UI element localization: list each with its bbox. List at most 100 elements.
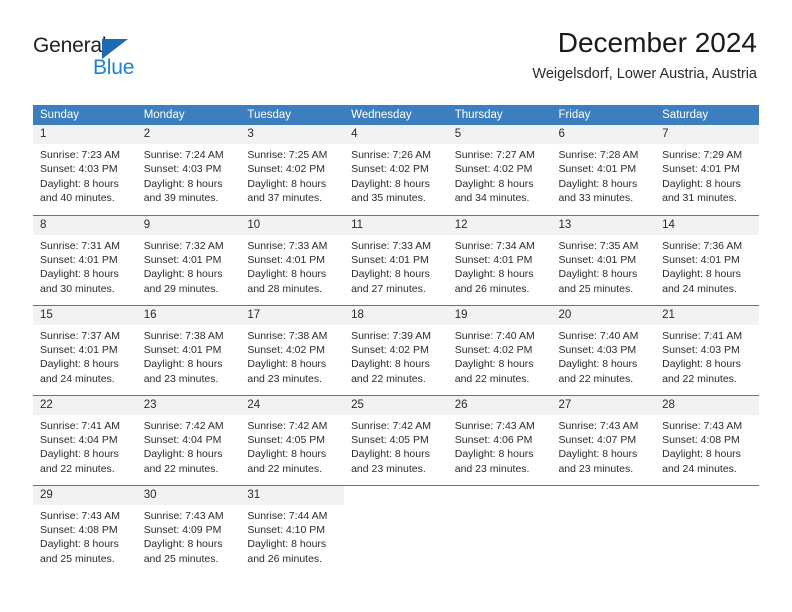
sunset-text: Sunset: 4:04 PM bbox=[40, 433, 118, 446]
week-row: 15 Sunrise: 7:37 AM Sunset: 4:01 PM Dayl… bbox=[33, 304, 759, 395]
day-details: Sunrise: 7:43 AM Sunset: 4:09 PM Dayligh… bbox=[137, 505, 241, 567]
weekday-header-friday: Friday bbox=[551, 105, 656, 125]
sunrise-text: Sunrise: 7:43 AM bbox=[662, 419, 743, 432]
day-details: Sunrise: 7:25 AM Sunset: 4:02 PM Dayligh… bbox=[240, 144, 344, 206]
daylight-text-line2: and 31 minutes. bbox=[662, 192, 737, 205]
day-cell[interactable]: 21 Sunrise: 7:41 AM Sunset: 4:03 PM Dayl… bbox=[655, 304, 759, 395]
day-details: Sunrise: 7:43 AM Sunset: 4:07 PM Dayligh… bbox=[551, 415, 655, 477]
day-details: Sunrise: 7:26 AM Sunset: 4:02 PM Dayligh… bbox=[344, 144, 448, 206]
sunrise-text: Sunrise: 7:42 AM bbox=[143, 419, 224, 432]
page-title: December 2024 bbox=[557, 27, 757, 58]
day-number: 29 bbox=[33, 485, 137, 505]
day-details: Sunrise: 7:35 AM Sunset: 4:01 PM Dayligh… bbox=[551, 235, 655, 297]
daylight-text-line2: and 26 minutes. bbox=[454, 282, 530, 295]
day-cell[interactable]: 28 Sunrise: 7:43 AM Sunset: 4:08 PM Dayl… bbox=[655, 394, 759, 485]
daylight-text-line1: Daylight: 8 hours bbox=[40, 268, 119, 281]
daylight-text-line2: and 28 minutes. bbox=[247, 282, 323, 295]
sunset-text: Sunset: 4:01 PM bbox=[558, 253, 637, 266]
day-cell[interactable]: 24 Sunrise: 7:42 AM Sunset: 4:05 PM Dayl… bbox=[240, 394, 345, 485]
daylight-text-line2: and 30 minutes. bbox=[40, 282, 115, 295]
weekday-header-tuesday: Tuesday bbox=[240, 105, 345, 125]
daylight-text-line2: and 23 minutes. bbox=[351, 462, 426, 475]
day-number: 25 bbox=[344, 395, 448, 415]
title-block: December 2024 Weigelsdorf, Lower Austria… bbox=[532, 26, 757, 84]
day-cell[interactable]: 25 Sunrise: 7:42 AM Sunset: 4:05 PM Dayl… bbox=[344, 394, 448, 485]
day-cell[interactable]: 4 Sunrise: 7:26 AM Sunset: 4:02 PM Dayli… bbox=[344, 125, 448, 215]
day-details: Sunrise: 7:33 AM Sunset: 4:01 PM Dayligh… bbox=[344, 235, 448, 297]
day-cell[interactable]: 31 Sunrise: 7:44 AM Sunset: 4:10 PM Dayl… bbox=[240, 484, 345, 575]
sunset-text: Sunset: 4:03 PM bbox=[143, 163, 222, 176]
daylight-text-line2: and 25 minutes. bbox=[558, 282, 634, 295]
day-cell[interactable]: 6 Sunrise: 7:28 AM Sunset: 4:01 PM Dayli… bbox=[551, 125, 656, 215]
calendar-table: Sunday Monday Tuesday Wednesday Thursday… bbox=[33, 105, 759, 575]
daylight-text-line2: and 23 minutes. bbox=[558, 462, 634, 475]
day-cell[interactable]: 15 Sunrise: 7:37 AM Sunset: 4:01 PM Dayl… bbox=[33, 304, 137, 395]
sunrise-text: Sunrise: 7:40 AM bbox=[558, 329, 639, 342]
day-cell[interactable]: 7 Sunrise: 7:29 AM Sunset: 4:01 PM Dayli… bbox=[655, 125, 759, 215]
day-number: 31 bbox=[240, 485, 345, 505]
daylight-text-line1: Daylight: 8 hours bbox=[351, 177, 430, 190]
sunset-text: Sunset: 4:02 PM bbox=[351, 343, 429, 356]
day-cell[interactable]: 23 Sunrise: 7:42 AM Sunset: 4:04 PM Dayl… bbox=[136, 394, 241, 485]
daylight-text-line1: Daylight: 8 hours bbox=[454, 358, 534, 371]
sunrise-text: Sunrise: 7:42 AM bbox=[247, 419, 328, 432]
daylight-text-line1: Daylight: 8 hours bbox=[40, 177, 119, 190]
sunset-text: Sunset: 4:02 PM bbox=[247, 163, 326, 176]
sunrise-text: Sunrise: 7:38 AM bbox=[143, 329, 224, 342]
day-cell-empty bbox=[344, 484, 448, 575]
day-cell[interactable]: 19 Sunrise: 7:40 AM Sunset: 4:02 PM Dayl… bbox=[447, 304, 552, 395]
sunset-text: Sunset: 4:10 PM bbox=[247, 523, 326, 536]
day-cell-empty bbox=[655, 484, 759, 575]
day-details: Sunrise: 7:41 AM Sunset: 4:04 PM Dayligh… bbox=[33, 415, 137, 477]
day-cell[interactable]: 1 Sunrise: 7:23 AM Sunset: 4:03 PM Dayli… bbox=[33, 125, 137, 215]
sunrise-text: Sunrise: 7:40 AM bbox=[454, 329, 535, 342]
daylight-text-line1: Daylight: 8 hours bbox=[40, 358, 119, 371]
day-details: Sunrise: 7:34 AM Sunset: 4:01 PM Dayligh… bbox=[448, 235, 552, 297]
sunrise-text: Sunrise: 7:34 AM bbox=[454, 239, 535, 252]
day-cell[interactable]: 29 Sunrise: 7:43 AM Sunset: 4:08 PM Dayl… bbox=[33, 484, 137, 575]
day-details: Sunrise: 7:43 AM Sunset: 4:08 PM Dayligh… bbox=[655, 415, 759, 477]
day-number: 7 bbox=[655, 125, 759, 144]
day-cell[interactable]: 3 Sunrise: 7:25 AM Sunset: 4:02 PM Dayli… bbox=[240, 125, 345, 215]
day-cell[interactable]: 22 Sunrise: 7:41 AM Sunset: 4:04 PM Dayl… bbox=[33, 394, 137, 485]
week-row: 8 Sunrise: 7:31 AM Sunset: 4:01 PM Dayli… bbox=[33, 214, 759, 305]
daylight-text-line1: Daylight: 8 hours bbox=[247, 538, 327, 551]
day-cell[interactable]: 27 Sunrise: 7:43 AM Sunset: 4:07 PM Dayl… bbox=[551, 394, 656, 485]
day-cell[interactable]: 26 Sunrise: 7:43 AM Sunset: 4:06 PM Dayl… bbox=[447, 394, 552, 485]
day-cell[interactable]: 16 Sunrise: 7:38 AM Sunset: 4:01 PM Dayl… bbox=[136, 304, 241, 395]
daylight-text-line1: Daylight: 8 hours bbox=[143, 448, 223, 461]
day-cell[interactable]: 9 Sunrise: 7:32 AM Sunset: 4:01 PM Dayli… bbox=[136, 214, 241, 305]
day-details: Sunrise: 7:23 AM Sunset: 4:03 PM Dayligh… bbox=[33, 144, 137, 206]
day-cell[interactable]: 8 Sunrise: 7:31 AM Sunset: 4:01 PM Dayli… bbox=[33, 214, 137, 305]
day-cell[interactable]: 12 Sunrise: 7:34 AM Sunset: 4:01 PM Dayl… bbox=[447, 214, 552, 305]
day-cell[interactable]: 18 Sunrise: 7:39 AM Sunset: 4:02 PM Dayl… bbox=[344, 304, 448, 395]
daylight-text-line2: and 33 minutes. bbox=[558, 192, 634, 205]
day-cell[interactable]: 17 Sunrise: 7:38 AM Sunset: 4:02 PM Dayl… bbox=[240, 304, 345, 395]
daylight-text-line1: Daylight: 8 hours bbox=[40, 538, 119, 551]
day-cell[interactable]: 20 Sunrise: 7:40 AM Sunset: 4:03 PM Dayl… bbox=[551, 304, 656, 395]
day-cell[interactable]: 11 Sunrise: 7:33 AM Sunset: 4:01 PM Dayl… bbox=[344, 214, 448, 305]
day-cell[interactable]: 13 Sunrise: 7:35 AM Sunset: 4:01 PM Dayl… bbox=[551, 214, 656, 305]
day-details: Sunrise: 7:40 AM Sunset: 4:03 PM Dayligh… bbox=[551, 325, 655, 387]
sunrise-text: Sunrise: 7:28 AM bbox=[558, 149, 639, 161]
day-number: 16 bbox=[136, 305, 241, 325]
day-number bbox=[551, 486, 655, 505]
day-number: 17 bbox=[240, 305, 345, 325]
sunset-text: Sunset: 4:03 PM bbox=[558, 343, 637, 356]
day-cell[interactable]: 10 Sunrise: 7:33 AM Sunset: 4:01 PM Dayl… bbox=[240, 214, 345, 305]
day-cell[interactable]: 2 Sunrise: 7:24 AM Sunset: 4:03 PM Dayli… bbox=[136, 125, 241, 215]
sunrise-text: Sunrise: 7:44 AM bbox=[247, 509, 328, 522]
sunset-text: Sunset: 4:02 PM bbox=[247, 343, 326, 356]
daylight-text-line1: Daylight: 8 hours bbox=[351, 448, 430, 461]
day-number bbox=[344, 486, 448, 505]
daylight-text-line2: and 25 minutes. bbox=[143, 552, 219, 565]
day-number bbox=[655, 486, 759, 505]
sunrise-text: Sunrise: 7:31 AM bbox=[40, 239, 120, 252]
day-number: 20 bbox=[551, 305, 656, 325]
day-number: 30 bbox=[136, 485, 241, 505]
daylight-text-line1: Daylight: 8 hours bbox=[662, 177, 741, 190]
day-cell[interactable]: 5 Sunrise: 7:27 AM Sunset: 4:02 PM Dayli… bbox=[447, 125, 552, 215]
day-cell[interactable]: 30 Sunrise: 7:43 AM Sunset: 4:09 PM Dayl… bbox=[136, 484, 241, 575]
day-cell[interactable]: 14 Sunrise: 7:36 AM Sunset: 4:01 PM Dayl… bbox=[655, 214, 759, 305]
sunrise-text: Sunrise: 7:43 AM bbox=[40, 509, 120, 522]
